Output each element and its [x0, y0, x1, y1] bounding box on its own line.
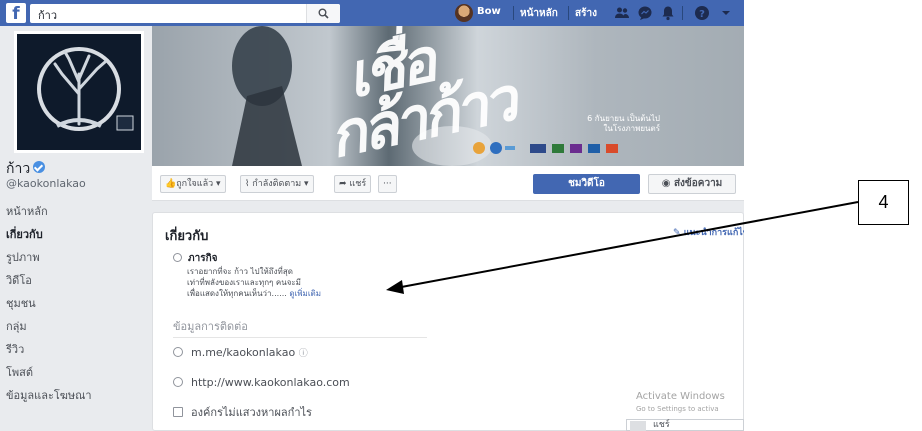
annotation-callout-box: 4: [858, 180, 909, 225]
annotation-arrow: [386, 201, 859, 294]
page: f ก้าว Bow หน้าหลัก สร้าง ? ก้าว @kaokon…: [0, 0, 922, 431]
